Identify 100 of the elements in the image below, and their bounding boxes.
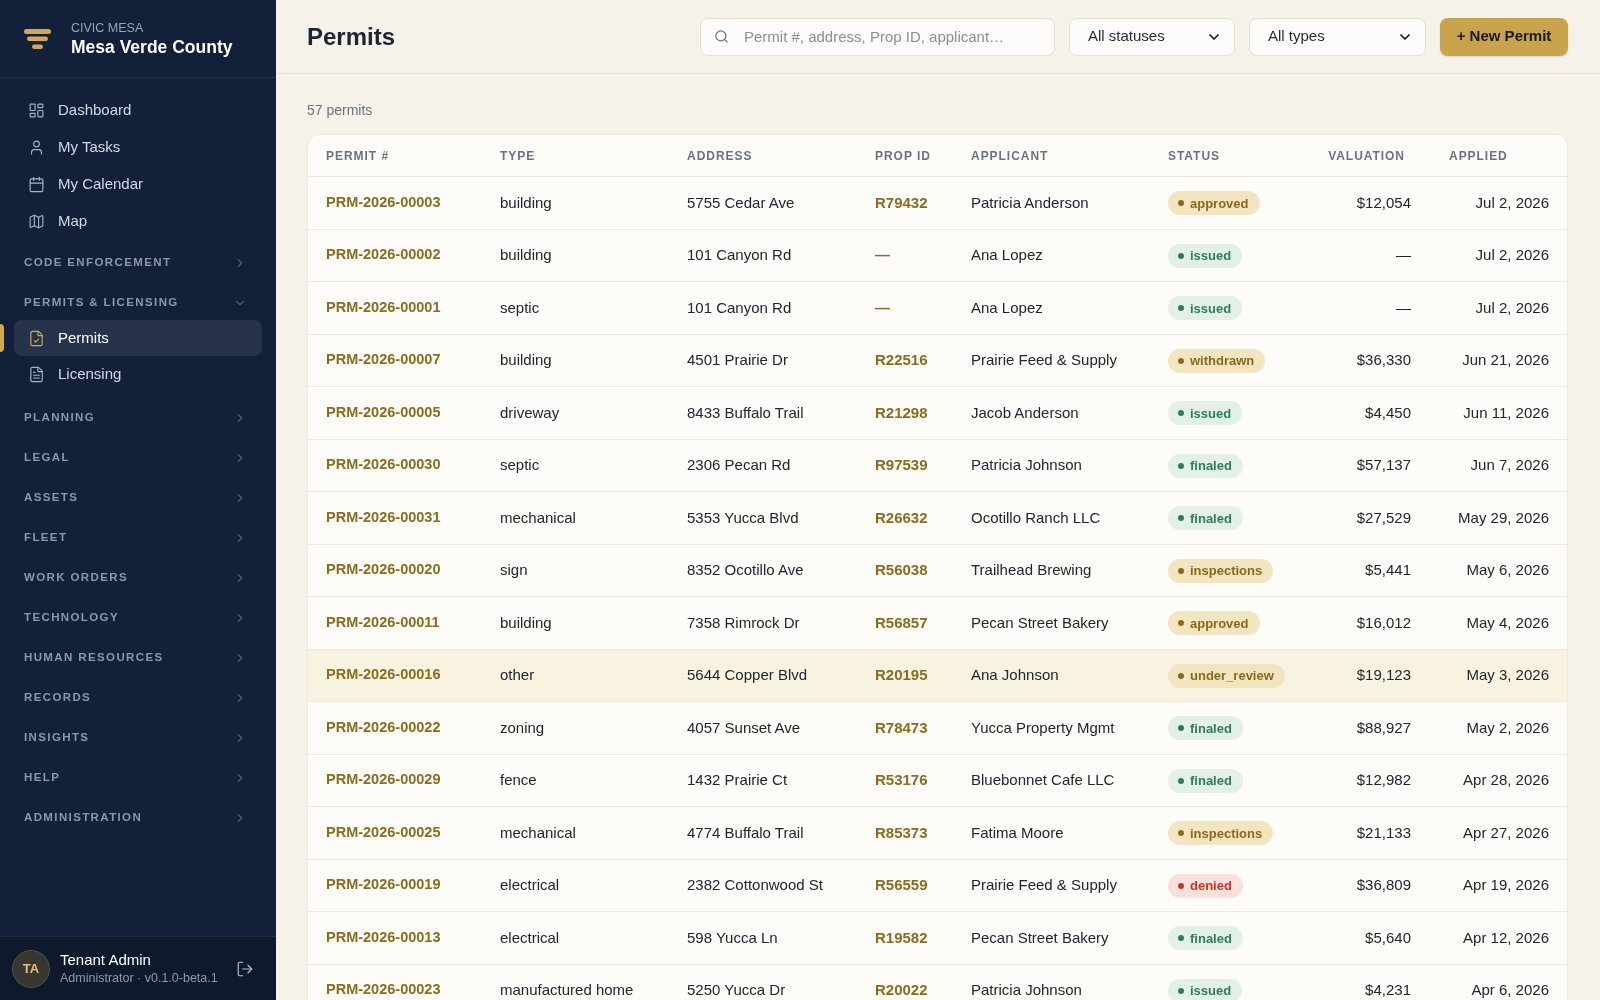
type-cell-text: mechanical (500, 822, 576, 843)
type-cell-text: mechanical (500, 507, 576, 528)
permit-link[interactable]: PRM-2026-00020 (326, 559, 441, 582)
table-row[interactable]: PRM-2026-00011 building 7358 Rimrock Dr R56857 Pecan Street Bakery approved $16,012 May 4, 2026 (308, 597, 1567, 650)
prop-id-link[interactable]: R22516 (875, 349, 928, 372)
prop-id-link[interactable]: R79432 (875, 191, 928, 214)
nav-item[interactable]: Map (14, 203, 262, 240)
prop-id-link[interactable]: R53176 (875, 769, 928, 792)
table-row[interactable]: PRM-2026-00003 building 5755 Cedar Ave R79432 Patricia Anderson approved $12,054 Jul 2, 2026 (308, 177, 1567, 230)
prop-id-link[interactable]: R85373 (875, 821, 928, 844)
table-row[interactable]: PRM-2026-00031 mechanical 5353 Yucca Blvd R26632 Ocotillo Ranch LLC finaled $27,529 May 29, 2026 (308, 492, 1567, 545)
column-header: APPLIED (1448, 147, 1508, 165)
table-row[interactable]: PRM-2026-00019 electrical 2382 Cottonwood St R56559 Prairie Feed & Supply denied $36,809 Apr 19, 2026 (308, 859, 1567, 912)
address-cell-text: 7358 Rimrock Dr (687, 612, 800, 633)
column-header: STATUS (1168, 147, 1220, 165)
table-row[interactable]: PRM-2026-00007 building 4501 Prairie Dr R22516 Prairie Feed & Supply withdrawn $36,330 Jun 21, 2026 (308, 334, 1567, 387)
prop-id-link[interactable]: R26632 (875, 506, 928, 529)
nav-section-toggle[interactable]: ASSETS (14, 481, 262, 515)
table-row[interactable]: PRM-2026-00029 fence 1432 Prairie Ct R53176 Bluebonnet Cafe LLC finaled $12,982 Apr 28, 2026 (308, 754, 1567, 807)
table-row[interactable]: PRM-2026-00023 manufactured home 5250 Yucca Dr R20022 Patricia Johnson issued $4,231 Apr 6, 2026 (308, 964, 1567, 1000)
nav-item[interactable]: Licensing (14, 356, 262, 393)
permit-link[interactable]: PRM-2026-00001 (326, 296, 441, 319)
nav-section-toggle[interactable]: CODE ENFORCEMENT (14, 246, 262, 280)
permit-link[interactable]: PRM-2026-00005 (326, 401, 441, 424)
nav-section-toggle[interactable]: RECORDS (14, 681, 262, 715)
permit-link[interactable]: PRM-2026-00029 (326, 769, 441, 792)
type-cell-text: building (500, 612, 552, 633)
prop-id-link[interactable]: R97539 (875, 454, 928, 477)
applicant-cell-text: Ana Lopez (971, 297, 1043, 318)
type-cell-text: electrical (500, 927, 560, 948)
nav-item[interactable]: Dashboard (14, 92, 262, 129)
nav-section-toggle[interactable]: LEGAL (14, 441, 262, 475)
prop-id-link[interactable]: R56038 (875, 559, 928, 582)
user-name: Tenant Admin (60, 950, 152, 970)
nav-section-toggle[interactable]: FLEET (14, 521, 262, 555)
table-row[interactable]: PRM-2026-00013 electrical 598 Yucca Ln R19582 Pecan Street Bakery finaled $5,640 Apr 12, 2026 (308, 912, 1567, 965)
status-label: withdrawn (1190, 352, 1255, 370)
status-label: finaled (1190, 929, 1232, 948)
prop-id-link[interactable]: R21298 (875, 401, 928, 424)
type-cell-text: building (500, 350, 552, 370)
permit-link[interactable]: PRM-2026-00016 (326, 664, 441, 687)
valuation-cell-text: $57,137 (1356, 455, 1411, 475)
brand-eyebrow: CIVIC MESA (71, 19, 145, 36)
table-row[interactable]: PRM-2026-00002 building 101 Canyon Rd — Ana Lopez issued — Jul 2, 2026 (308, 229, 1567, 282)
applicant-cell-text: Ana Lopez (971, 245, 1043, 265)
prop-id-link[interactable]: R20195 (875, 664, 928, 687)
applicant-cell-text: Patricia Anderson (971, 192, 1089, 213)
address-cell-text: 5353 Yucca Blvd (687, 507, 799, 528)
applicant-cell-text: Yucca Property Mgmt (971, 717, 1115, 738)
valuation-cell-text: $16,012 (1356, 612, 1411, 633)
address-cell-text: 4501 Prairie Dr (687, 350, 788, 370)
prop-id-link[interactable]: R78473 (875, 716, 928, 739)
table-row[interactable]: PRM-2026-00025 mechanical 4774 Buffalo Trail R85373 Fatima Moore inspections $21,133 Apr 27, 2026 (308, 807, 1567, 860)
prop-id-link[interactable]: — (875, 296, 890, 319)
prop-id-link[interactable]: R56857 (875, 611, 928, 634)
permit-link[interactable]: PRM-2026-00007 (326, 349, 441, 372)
table-row[interactable]: PRM-2026-00005 driveway 8433 Buffalo Trail R21298 Jacob Anderson issued $4,450 Jun 11, 2026 (308, 387, 1567, 440)
permit-link[interactable]: PRM-2026-00019 (326, 874, 441, 897)
search-field[interactable]: Permit #, address, Prop ID, applicant… (700, 17, 1055, 56)
permit-link[interactable]: PRM-2026-00003 (326, 191, 441, 214)
new-permit-button[interactable]: + New Permit (1440, 17, 1568, 56)
permit-link[interactable]: PRM-2026-00022 (326, 716, 441, 739)
nav-section-toggle[interactable]: ADMINISTRATION (14, 801, 262, 835)
nav-section-toggle[interactable]: TECHNOLOGY (14, 601, 262, 635)
filter-select[interactable]: All types (1249, 17, 1426, 56)
logout-button[interactable] (236, 959, 254, 978)
nav-item[interactable]: My Calendar (14, 166, 262, 203)
permit-link[interactable]: PRM-2026-00013 (326, 926, 441, 949)
nav-section-toggle[interactable]: PLANNING (14, 401, 262, 435)
table-row[interactable]: PRM-2026-00022 zoning 4057 Sunset Ave R78473 Yucca Property Mgmt finaled $88,927 May 2, 2026 (308, 702, 1567, 755)
applied-date-cell-text: Jun 11, 2026 (1463, 402, 1549, 423)
table-row[interactable]: PRM-2026-00001 septic 101 Canyon Rd — Ana Lopez issued — Jul 2, 2026 (308, 282, 1567, 335)
permit-link[interactable]: PRM-2026-00025 (326, 821, 441, 844)
filter-select[interactable]: All statuses (1069, 17, 1235, 56)
permit-link[interactable]: PRM-2026-00011 (326, 611, 440, 634)
permit-link[interactable]: PRM-2026-00002 (326, 244, 441, 267)
applicant-cell-text: Jacob Anderson (971, 402, 1079, 423)
table-row[interactable]: PRM-2026-00030 septic 2306 Pecan Rd R97539 Patricia Johnson finaled $57,137 Jun 7, 2026 (308, 439, 1567, 492)
nav-section-toggle[interactable]: HUMAN RESOURCES (14, 641, 262, 675)
nav-item[interactable]: Permits (14, 320, 262, 356)
permit-link[interactable]: PRM-2026-00031 (326, 506, 441, 529)
prop-id-link[interactable]: R19582 (875, 926, 928, 949)
nav-section-toggle[interactable]: HELP (14, 761, 262, 795)
applied-date-cell-text: Apr 28, 2026 (1463, 770, 1549, 790)
permit-link[interactable]: PRM-2026-00023 (326, 979, 441, 1000)
nav-item[interactable]: My Tasks (14, 129, 262, 166)
table-row[interactable]: PRM-2026-00016 other 5644 Copper Blvd R20195 Ana Johnson under_review $19,123 May 3, 2026 (308, 649, 1567, 702)
status-label: inspections (1190, 824, 1263, 843)
table-row[interactable]: PRM-2026-00020 sign 8352 Ocotillo Ave R56038 Trailhead Brewing inspections $5,441 May 6, 2026 (308, 544, 1567, 597)
applicant-cell-text: Prairie Feed & Supply (971, 350, 1117, 370)
applied-date-cell-text: Apr 6, 2026 (1471, 980, 1549, 1000)
applicant-cell-text: Patricia Johnson (971, 455, 1082, 475)
nav-section-toggle[interactable]: WORK ORDERS (14, 561, 262, 595)
nav-section-toggle[interactable]: PERMITS & LICENSING (14, 286, 262, 320)
permit-link[interactable]: PRM-2026-00030 (326, 454, 441, 477)
logout-icon (236, 959, 254, 978)
prop-id-link[interactable]: R56559 (875, 874, 928, 897)
prop-id-link[interactable]: — (875, 244, 890, 267)
prop-id-link[interactable]: R20022 (875, 979, 928, 1000)
nav-section-toggle[interactable]: INSIGHTS (14, 721, 262, 755)
